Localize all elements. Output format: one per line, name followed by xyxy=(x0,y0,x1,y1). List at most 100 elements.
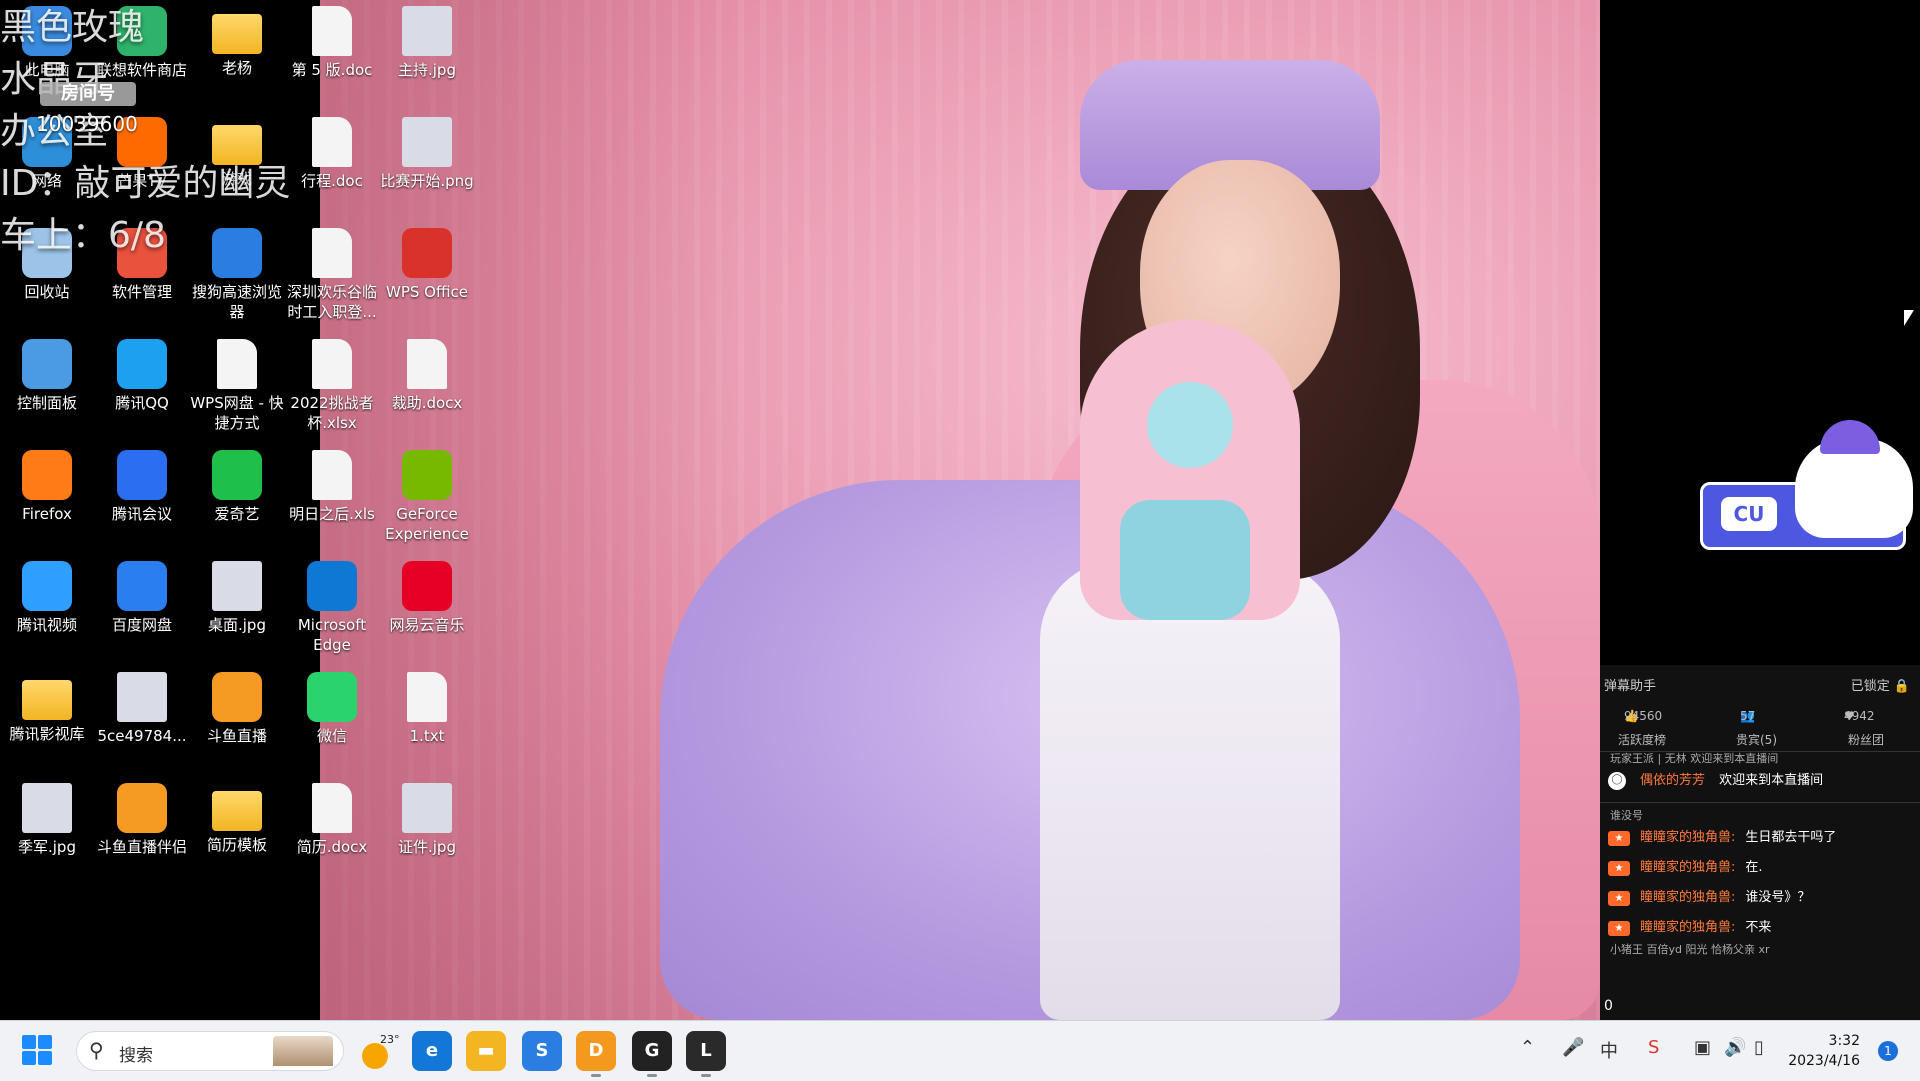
running-indicator xyxy=(647,1074,657,1077)
desktop-icon[interactable]: 腾讯视频 xyxy=(0,561,94,635)
desktop-icon[interactable]: 联想软件商店 xyxy=(95,6,189,80)
desktop-icon[interactable]: 行程.doc xyxy=(285,117,379,191)
desktop-icon[interactable]: 桌面.jpg xyxy=(190,561,284,635)
desktop-icon[interactable]: 搜狗高速浏览器 xyxy=(190,228,284,322)
control-panel-icon xyxy=(22,339,72,389)
danmaku-partial-bottom: 小猪王 百倍yd 阳光 恰杨父亲 xr xyxy=(1610,943,1770,956)
tab-activity-rank[interactable]: 活跃度榜 xyxy=(1618,731,1666,748)
desktop-icon[interactable]: 主持.jpg xyxy=(380,6,474,80)
douyu-app[interactable]: D xyxy=(576,1031,616,1077)
sogou-input-icon[interactable]: S xyxy=(1648,1037,1659,1058)
desktop-icon[interactable]: 裁助.docx xyxy=(380,339,474,413)
desktop-icon[interactable]: 微信 xyxy=(285,672,379,746)
desktop-icon[interactable]: 简历.docx xyxy=(285,783,379,857)
desktop-icon[interactable]: WPS网盘 - 快捷方式 xyxy=(190,339,284,433)
desktop-icon[interactable]: 腾讯QQ xyxy=(95,339,189,413)
file-icon xyxy=(312,228,352,278)
windows-logo-icon xyxy=(38,1051,52,1065)
volume-icon[interactable]: 🔊 xyxy=(1724,1037,1746,1058)
desktop-icon-label: 软件管理 xyxy=(111,283,172,301)
desktop-icon[interactable]: 软件管理 xyxy=(95,228,189,302)
desktop-icon[interactable]: 斗鱼直播 xyxy=(190,672,284,746)
desktop-icon[interactable]: 季军.jpg xyxy=(0,783,94,857)
desktop-icon-label: 证件.jpg xyxy=(398,838,456,856)
running-indicator xyxy=(701,1074,711,1077)
tab-fan-club[interactable]: 粉丝团 xyxy=(1848,731,1884,748)
danmaku-text: 谁没号》？ xyxy=(1745,890,1811,905)
lock-toggle[interactable]: 已锁定 🔒 xyxy=(1851,675,1910,694)
desktop-icon[interactable]: 证件.jpg xyxy=(380,783,474,857)
desktop-icon[interactable]: Microsoft Edge xyxy=(285,561,379,655)
desktop-icon[interactable]: 爱奇艺 xyxy=(190,450,284,524)
desktop-icon[interactable]: 第 5 版.doc xyxy=(285,6,379,80)
desktop-icon[interactable]: 控制面板 xyxy=(0,339,94,413)
taskbar: ⚲ 搜索 23° e ▬ S D G L ⌃ 🎤 中 S ▣ 🔊 ▯ 3:32 2023/… xyxy=(0,1020,1920,1081)
desktop-icon[interactable]: 斗鱼直播伴侣 xyxy=(95,783,189,857)
input-method-icon[interactable]: 中 xyxy=(1600,1037,1618,1063)
desktop-icon-label: 此电脑 xyxy=(24,61,70,79)
desktop-icon[interactable]: GeForce Experience xyxy=(380,450,474,544)
wps-icon xyxy=(402,228,452,278)
edge-app[interactable]: e xyxy=(412,1031,452,1071)
danmaku-message: ★ 瞳瞳家的独角兽: 生日都去干吗了 xyxy=(1600,823,1920,853)
desktop-icon[interactable]: 百度网盘 xyxy=(95,561,189,635)
right-panel: CU 弹幕助手 已锁定 🔒 👍 94560 👥 57 ♥ 4942 活跃度榜 贵宾… xyxy=(1600,0,1920,1020)
desktop-icon[interactable]: 游戏 xyxy=(190,117,284,189)
desktop-icon[interactable]: 网易云音乐 xyxy=(380,561,474,635)
level-badge-icon: ★ xyxy=(1608,831,1630,846)
chevron-up-icon[interactable]: ⌃ xyxy=(1520,1037,1535,1058)
baidu-netdisk-icon xyxy=(117,561,167,611)
desktop-icon-label: 腾讯影视库 xyxy=(9,725,85,743)
sogou-browser-app[interactable]: S xyxy=(522,1031,562,1071)
danmaku-text: 生日都去干吗了 xyxy=(1745,830,1837,845)
desktop-icon[interactable]: 深圳欢乐谷临时工入职登... xyxy=(285,228,379,322)
desktop-icon[interactable]: 比赛开始.png xyxy=(380,117,474,191)
desktop-icon[interactable]: 明日之后.xls xyxy=(285,450,379,524)
desktop-icon-label: 老杨 xyxy=(221,59,252,77)
lock-label: 已锁定 xyxy=(1850,679,1890,694)
welcome-user: 偶依的芳芳 xyxy=(1640,773,1706,788)
league-app[interactable]: L xyxy=(686,1031,726,1077)
folder-icon xyxy=(22,680,72,720)
store-icon xyxy=(117,6,167,56)
desktop-icon[interactable]: 回收站 xyxy=(0,228,94,302)
notification-badge[interactable]: 1 xyxy=(1878,1041,1898,1061)
desktop-icon[interactable]: 腾讯影视库 xyxy=(0,672,94,744)
danmaku-message: ★ 瞳瞳家的独角兽: 不来 xyxy=(1600,913,1920,943)
desktop-icon[interactable]: 腾讯会议 xyxy=(95,450,189,524)
desktop-icon[interactable]: Firefox xyxy=(0,450,94,524)
desktop-icon[interactable]: 1.txt xyxy=(380,672,474,746)
desktop-icon-label: 主持.jpg xyxy=(398,61,456,79)
hearts-count: 4942 xyxy=(1844,709,1875,723)
image-icon xyxy=(402,117,452,167)
geforce-icon xyxy=(402,450,452,500)
desktop-icon[interactable]: 5ce49784... xyxy=(95,672,189,746)
desktop-icon[interactable]: WPS Office xyxy=(380,228,474,302)
desktop-icon-label: 百度网盘 xyxy=(111,616,172,634)
wizard-hat-icon xyxy=(1820,420,1880,454)
desktop-icon[interactable]: 2022挑战者杯.xlsx xyxy=(285,339,379,433)
game-app[interactable]: G xyxy=(632,1031,672,1077)
level-badge-icon: ★ xyxy=(1608,861,1630,876)
desktop-icon-label: 网络 xyxy=(31,172,62,190)
network-icon[interactable]: ▣ xyxy=(1694,1037,1711,1058)
desktop-icon-label: 2022挑战者杯.xlsx xyxy=(290,394,374,432)
computer-icon xyxy=(22,6,72,56)
battery-icon[interactable]: ▯ xyxy=(1754,1037,1764,1058)
start-button[interactable] xyxy=(22,1035,54,1067)
danmaku-text: 不来 xyxy=(1745,920,1772,935)
image-icon xyxy=(117,672,167,722)
desktop-icon-label: 深圳欢乐谷临时工入职登... xyxy=(286,283,377,321)
desktop-icon-label: 第 5 版.doc xyxy=(291,61,373,79)
weather-widget[interactable]: 23° xyxy=(360,1033,400,1069)
desktop-icon[interactable]: 老杨 xyxy=(190,6,284,78)
tab-vip[interactable]: 贵宾(5) xyxy=(1736,731,1777,748)
clock[interactable]: 3:32 2023/4/16 xyxy=(1788,1031,1860,1071)
desktop-icon[interactable]: 此电脑 xyxy=(0,6,94,80)
desktop-icon[interactable]: 简历模板 xyxy=(190,783,284,855)
file-explorer-app[interactable]: ▬ xyxy=(466,1031,506,1071)
danmaku-user: 瞳瞳家的独角兽: xyxy=(1640,830,1736,845)
folder-icon xyxy=(212,14,262,54)
microphone-icon[interactable]: 🎤 xyxy=(1562,1037,1584,1058)
taskbar-search[interactable]: ⚲ 搜索 xyxy=(76,1031,344,1071)
